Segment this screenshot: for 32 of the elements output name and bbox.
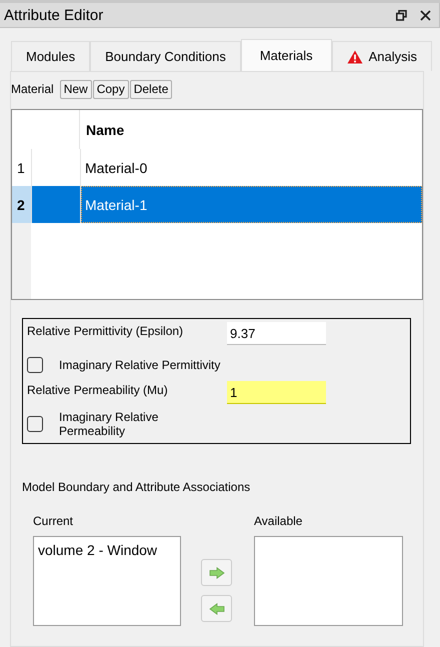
- toolbar-button[interactable]: New: [60, 80, 92, 98]
- material-label: Material: [11, 82, 54, 96]
- table-cell: Material-1: [81, 186, 422, 223]
- list-item[interactable]: volume 2 - Window: [38, 542, 176, 558]
- table-row[interactable]: 1 Material-0: [12, 149, 422, 186]
- list-label: Available: [254, 514, 304, 528]
- property-label: Relative Permeability (Mu): [27, 382, 168, 397]
- checkbox-label: Imaginary Relative Permeability: [59, 410, 160, 438]
- checkbox[interactable]: [27, 416, 43, 432]
- window-title: Attribute Editor: [4, 6, 104, 24]
- input-field[interactable]: 9.37: [227, 322, 326, 345]
- toolbar-button[interactable]: Copy: [92, 80, 129, 98]
- checkbox[interactable]: [27, 357, 43, 373]
- property-label: Relative Permittivity (Epsilon): [27, 323, 184, 338]
- arrow-right-icon: [208, 566, 224, 578]
- tab[interactable]: Materials: [240, 39, 332, 71]
- column-header[interactable]: Name: [80, 110, 422, 149]
- float-icon[interactable]: [396, 10, 407, 20]
- table-cell: [32, 186, 81, 223]
- input-field[interactable]: 1: [227, 381, 326, 404]
- close-icon[interactable]: [420, 10, 431, 20]
- tab[interactable]: Modules: [11, 41, 90, 71]
- list-label: Current: [33, 514, 74, 528]
- toolbar-button[interactable]: Delete: [130, 80, 172, 98]
- section-title: Model Boundary and Attribute Associations: [22, 480, 252, 494]
- arrow-left-icon: [208, 602, 224, 614]
- checkbox-label: Imaginary Relative Permittivity: [59, 358, 220, 372]
- table-cell-text: Material-0: [84, 158, 148, 178]
- row-number: 2: [12, 186, 32, 223]
- table-row[interactable]: 2 Material-1: [12, 186, 422, 223]
- tab[interactable]: Analysis: [332, 41, 432, 71]
- tab[interactable]: Boundary Conditions: [90, 41, 241, 71]
